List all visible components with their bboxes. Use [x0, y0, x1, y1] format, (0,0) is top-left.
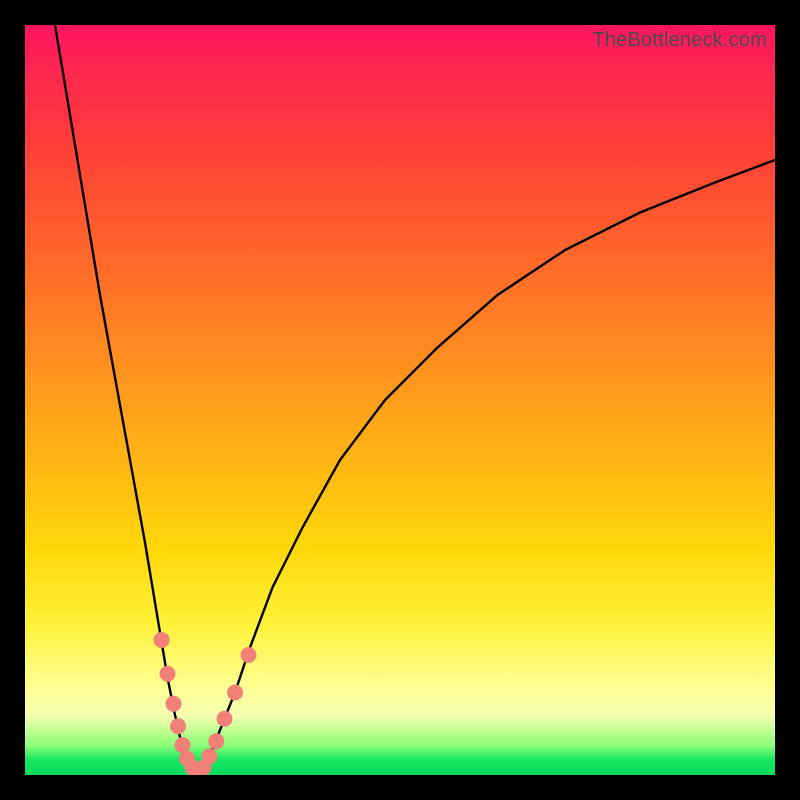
marker-point — [217, 711, 233, 727]
chart-frame: TheBottleneck.com — [0, 0, 800, 800]
left-branch-curve — [55, 25, 198, 775]
marker-point — [227, 685, 243, 701]
marker-point — [154, 632, 170, 648]
marker-layer — [154, 632, 257, 775]
chart-svg — [25, 25, 775, 775]
curve-layer — [55, 25, 775, 775]
marker-point — [208, 733, 224, 749]
marker-point — [166, 696, 182, 712]
marker-point — [170, 718, 186, 734]
marker-point — [160, 666, 176, 682]
marker-point — [202, 748, 218, 764]
right-branch-curve — [198, 160, 776, 775]
plot-area: TheBottleneck.com — [25, 25, 775, 775]
marker-point — [241, 647, 257, 663]
